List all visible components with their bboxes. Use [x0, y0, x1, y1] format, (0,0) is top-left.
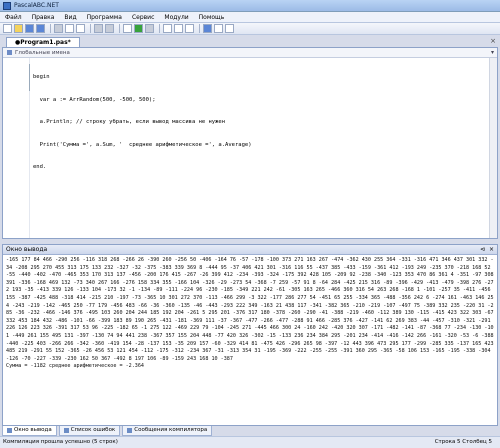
editor-gutter [3, 58, 30, 238]
toolbar-separator [159, 24, 160, 33]
menu-modules[interactable]: Модули [159, 12, 193, 23]
code-editor[interactable]: Глобальные имена ▾ begin var a := ArrRan… [2, 47, 498, 239]
step-over-icon[interactable] [163, 24, 172, 33]
save-all-icon[interactable] [36, 24, 45, 33]
chevron-down-icon[interactable]: ▾ [491, 48, 494, 57]
app-logo-icon [3, 1, 11, 10]
code-line: end. [33, 164, 47, 170]
cut-icon[interactable] [54, 24, 63, 33]
menu-view[interactable]: Вид [59, 12, 81, 23]
code-line: a.Println; // строку убрать, если вывод … [33, 119, 226, 125]
output-array: -165 177 84 466 -290 256 -116 318 268 -2… [6, 257, 494, 362]
stop-icon[interactable] [145, 24, 154, 33]
menu-help[interactable]: Помощь [194, 12, 230, 23]
title-bar: PascalABC.NET [0, 0, 500, 12]
output-window-icon [7, 428, 12, 433]
format-icon[interactable] [123, 24, 132, 33]
compiler-messages-icon [127, 428, 133, 433]
copy-icon[interactable] [65, 24, 74, 33]
open-folder-icon[interactable] [14, 24, 23, 33]
output-window-icon[interactable] [214, 24, 223, 33]
window-title: PascalABC.NET [14, 2, 59, 9]
menu-service[interactable]: Сервис [127, 12, 159, 23]
tab-label: Список ошибок [70, 427, 116, 433]
status-message: Компиляция прошла успешно (5 строк) [3, 439, 118, 445]
step-into-icon[interactable] [174, 24, 183, 33]
editor-tabstrip: ●Program1.pas* × [0, 36, 500, 48]
output-panel: Окно вывода ⊲ × -165 177 84 466 -290 256… [2, 244, 498, 426]
form-designer-icon[interactable] [203, 24, 212, 33]
code-area[interactable]: begin var a := ArrRandom(500, -500, 500)… [33, 59, 252, 187]
scope-combo[interactable]: Глобальные имена ▾ [3, 48, 497, 58]
output-text[interactable]: -165 177 84 466 -290 256 -116 318 268 -2… [6, 257, 494, 371]
tab-compiler-messages[interactable]: Сообщения компилятора [122, 426, 213, 436]
menu-bar: Файл Правка Вид Программа Сервис Модули … [0, 12, 500, 23]
save-icon[interactable] [25, 24, 34, 33]
close-icon[interactable]: × [489, 245, 494, 254]
redo-icon[interactable] [105, 24, 114, 33]
toolbar-separator [119, 24, 120, 33]
bottom-tabstrip: Окно вывода Список ошибок Сообщения комп… [0, 426, 500, 436]
output-panel-header: Окно вывода ⊲ × [3, 245, 497, 255]
toolbar-separator [90, 24, 91, 33]
tab-label: ●Program1.pas* [15, 39, 71, 46]
menu-program[interactable]: Программа [82, 12, 127, 23]
code-line: var a := ArrRandom(500, -500, 500); [33, 96, 156, 103]
new-file-icon[interactable] [3, 24, 12, 33]
cursor-position: Строка 5 Столбец 5 [434, 439, 492, 445]
output-result: Сумма = -1182 среднее арифметическое = -… [6, 363, 145, 370]
run-icon[interactable] [134, 24, 143, 33]
toolbar [0, 23, 500, 35]
step-out-icon[interactable] [185, 24, 194, 33]
paste-icon[interactable] [76, 24, 85, 33]
tab-error-list[interactable]: Список ошибок [58, 426, 121, 436]
namespace-icon [7, 50, 12, 55]
menu-file[interactable]: Файл [0, 12, 27, 23]
pin-icon[interactable]: ⊲ [480, 245, 485, 254]
tab-output-window[interactable]: Окно вывода [2, 426, 57, 436]
tab-label: Сообщения компилятора [134, 427, 208, 433]
scope-combo-value: Глобальные имена [15, 49, 70, 56]
output-panel-title: Окно вывода [6, 246, 48, 253]
undo-icon[interactable] [94, 24, 103, 33]
code-line: Print('Сумма =', a.Sum, ' среднее арифме… [33, 141, 252, 148]
menu-edit[interactable]: Правка [27, 12, 60, 23]
status-bar: Компиляция прошла успешно (5 строк) Стро… [0, 436, 500, 448]
toolbar-separator [50, 24, 51, 33]
close-icon[interactable]: × [490, 37, 496, 46]
fold-marker[interactable] [29, 64, 30, 91]
code-line: begin [33, 74, 50, 80]
error-list-icon [63, 428, 69, 433]
tab-label: Окно вывода [14, 427, 52, 433]
editor-scrollbar[interactable] [489, 58, 497, 238]
console-icon[interactable] [225, 24, 234, 33]
toolbar-separator [199, 24, 200, 33]
